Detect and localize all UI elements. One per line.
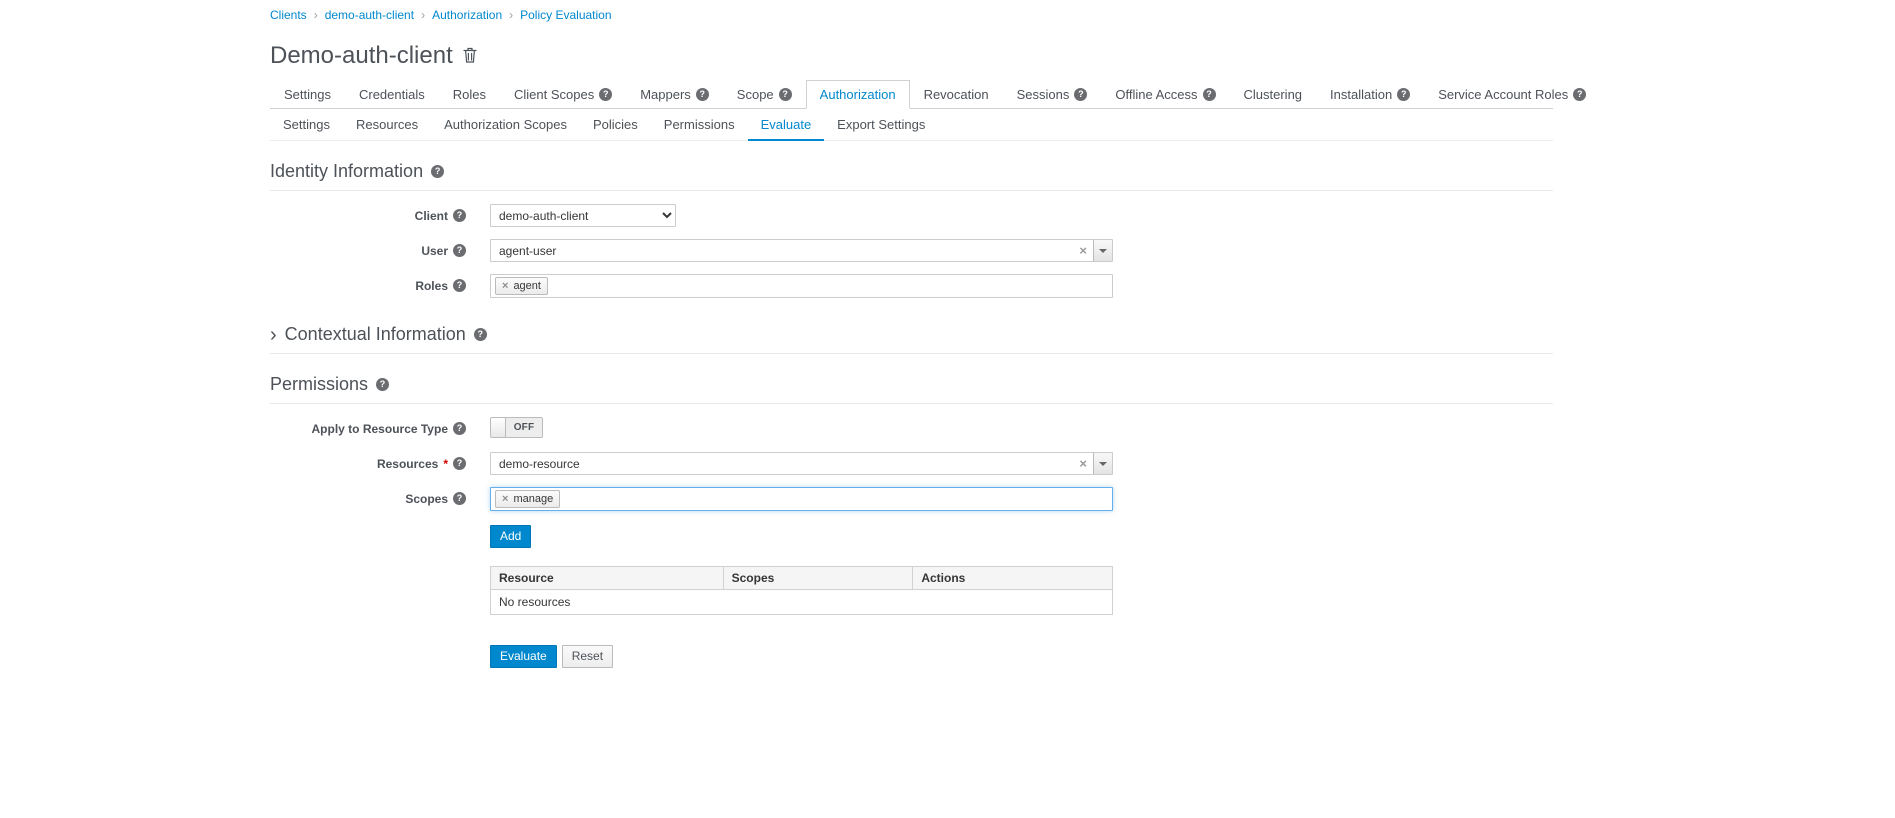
tab-client-scopes[interactable]: Client Scopes?: [500, 80, 626, 109]
chevron-down-icon: [1099, 249, 1107, 253]
breadcrumb-separator-icon: ›: [314, 8, 318, 22]
table-row: No resources: [491, 590, 1113, 615]
tab-authorization[interactable]: Authorization: [806, 80, 910, 109]
add-button[interactable]: Add: [490, 525, 531, 548]
remove-tag-icon[interactable]: ×: [502, 279, 508, 293]
scopes-form-group: Scopes ? × manage: [270, 487, 1553, 511]
user-select-value: agent-user: [491, 244, 1073, 258]
help-icon[interactable]: ?: [1203, 88, 1216, 101]
tab-revocation[interactable]: Revocation: [910, 80, 1003, 109]
subtab-evaluate[interactable]: Evaluate: [748, 109, 825, 141]
tab-roles[interactable]: Roles: [439, 80, 500, 109]
help-icon[interactable]: ?: [453, 209, 466, 222]
subtab-authorization-scopes[interactable]: Authorization Scopes: [431, 109, 580, 141]
tab-mappers[interactable]: Mappers?: [626, 80, 723, 109]
tab-clustering[interactable]: Clustering: [1230, 80, 1317, 109]
user-select-dropdown-button[interactable]: [1093, 240, 1112, 261]
subtab-permissions[interactable]: Permissions: [651, 109, 748, 141]
subtab-settings[interactable]: Settings: [270, 109, 343, 141]
authorization-sub-tabs: Settings Resources Authorization Scopes …: [270, 109, 1553, 141]
scope-tag: × manage: [495, 490, 560, 508]
required-indicator: *: [443, 457, 448, 471]
help-icon[interactable]: ?: [1573, 88, 1586, 101]
help-icon[interactable]: ?: [1397, 88, 1410, 101]
page-title: Demo-auth-client: [270, 42, 1553, 70]
help-icon[interactable]: ?: [453, 492, 466, 505]
tab-service-account-roles[interactable]: Service Account Roles?: [1424, 80, 1600, 109]
trash-icon: [463, 47, 477, 66]
reset-button[interactable]: Reset: [562, 645, 613, 668]
client-form-group: Client ? demo-auth-client: [270, 204, 1553, 227]
tab-offline-access[interactable]: Offline Access?: [1101, 80, 1229, 109]
breadcrumb-authorization[interactable]: Authorization: [432, 8, 502, 22]
user-select[interactable]: agent-user ×: [490, 239, 1113, 262]
tab-installation[interactable]: Installation?: [1316, 80, 1424, 109]
evaluate-button[interactable]: Evaluate: [490, 645, 557, 668]
tab-settings[interactable]: Settings: [270, 80, 345, 109]
breadcrumb-separator-icon: ›: [421, 8, 425, 22]
contextual-information-section-header[interactable]: › Contextual Information ?: [270, 324, 1553, 354]
toggle-off-label: OFF: [506, 418, 542, 437]
empty-table-message: No resources: [491, 590, 1113, 615]
resource-column-header: Resource: [491, 567, 724, 590]
roles-input[interactable]: × agent: [490, 274, 1113, 298]
scopes-label: Scopes: [405, 492, 448, 506]
scopes-column-header: Scopes: [723, 567, 913, 590]
help-icon[interactable]: ?: [431, 165, 444, 178]
help-icon[interactable]: ?: [453, 457, 466, 470]
help-icon[interactable]: ?: [1074, 88, 1087, 101]
policy-evaluation-page: Clients › demo-auth-client › Authorizati…: [0, 0, 1895, 818]
permissions-form: Apply to Resource Type ? OFF Resources *…: [270, 417, 1553, 668]
client-label: Client: [415, 209, 448, 223]
subtab-policies[interactable]: Policies: [580, 109, 651, 141]
breadcrumb-policy-evaluation[interactable]: Policy Evaluation: [520, 8, 611, 22]
resources-label: Resources: [377, 457, 438, 471]
delete-client-button[interactable]: [463, 47, 477, 66]
identity-information-section-header: Identity Information ?: [270, 161, 1553, 191]
user-label: User: [421, 244, 448, 258]
role-tag: × agent: [495, 277, 548, 295]
clear-icon[interactable]: ×: [1073, 457, 1093, 470]
resources-select-dropdown-button[interactable]: [1093, 453, 1112, 474]
resources-form-group: Resources * ? demo-resource ×: [270, 452, 1553, 475]
resources-select[interactable]: demo-resource ×: [490, 452, 1113, 475]
help-icon[interactable]: ?: [453, 244, 466, 257]
help-icon[interactable]: ?: [696, 88, 709, 101]
permissions-section-header: Permissions ?: [270, 374, 1553, 404]
help-icon[interactable]: ?: [599, 88, 612, 101]
apply-to-resource-type-label: Apply to Resource Type: [312, 422, 448, 436]
caret-right-icon: ›: [270, 328, 277, 342]
chevron-down-icon: [1099, 462, 1107, 466]
resources-select-value: demo-resource: [491, 457, 1073, 471]
remove-tag-icon[interactable]: ×: [502, 492, 508, 506]
help-icon[interactable]: ?: [779, 88, 792, 101]
apply-to-resource-type-form-group: Apply to Resource Type ? OFF: [270, 417, 1553, 440]
help-icon[interactable]: ?: [376, 378, 389, 391]
help-icon[interactable]: ?: [453, 279, 466, 292]
scopes-input[interactable]: × manage: [490, 487, 1113, 511]
roles-form-group: Roles ? × agent: [270, 274, 1553, 298]
tab-sessions[interactable]: Sessions?: [1003, 80, 1102, 109]
roles-label: Roles: [415, 279, 448, 293]
help-icon[interactable]: ?: [453, 422, 466, 435]
tab-scope[interactable]: Scope?: [723, 80, 806, 109]
client-tabs: Settings Credentials Roles Client Scopes…: [270, 80, 1553, 109]
apply-to-resource-type-toggle[interactable]: OFF: [490, 417, 543, 438]
clear-icon[interactable]: ×: [1073, 244, 1093, 257]
toggle-handle: [491, 418, 506, 437]
actions-column-header: Actions: [913, 567, 1113, 590]
breadcrumb-client[interactable]: demo-auth-client: [325, 8, 414, 22]
user-form-group: User ? agent-user ×: [270, 239, 1553, 262]
subtab-resources[interactable]: Resources: [343, 109, 431, 141]
tab-credentials[interactable]: Credentials: [345, 80, 439, 109]
breadcrumb-separator-icon: ›: [509, 8, 513, 22]
client-select[interactable]: demo-auth-client: [490, 204, 676, 227]
identity-form: Client ? demo-auth-client User ? agent-u…: [270, 204, 1553, 298]
help-icon[interactable]: ?: [474, 328, 487, 341]
subtab-export-settings[interactable]: Export Settings: [824, 109, 938, 141]
breadcrumb: Clients › demo-auth-client › Authorizati…: [270, 0, 1553, 22]
breadcrumb-clients[interactable]: Clients: [270, 8, 307, 22]
resources-table: Resource Scopes Actions No resources: [490, 566, 1113, 615]
